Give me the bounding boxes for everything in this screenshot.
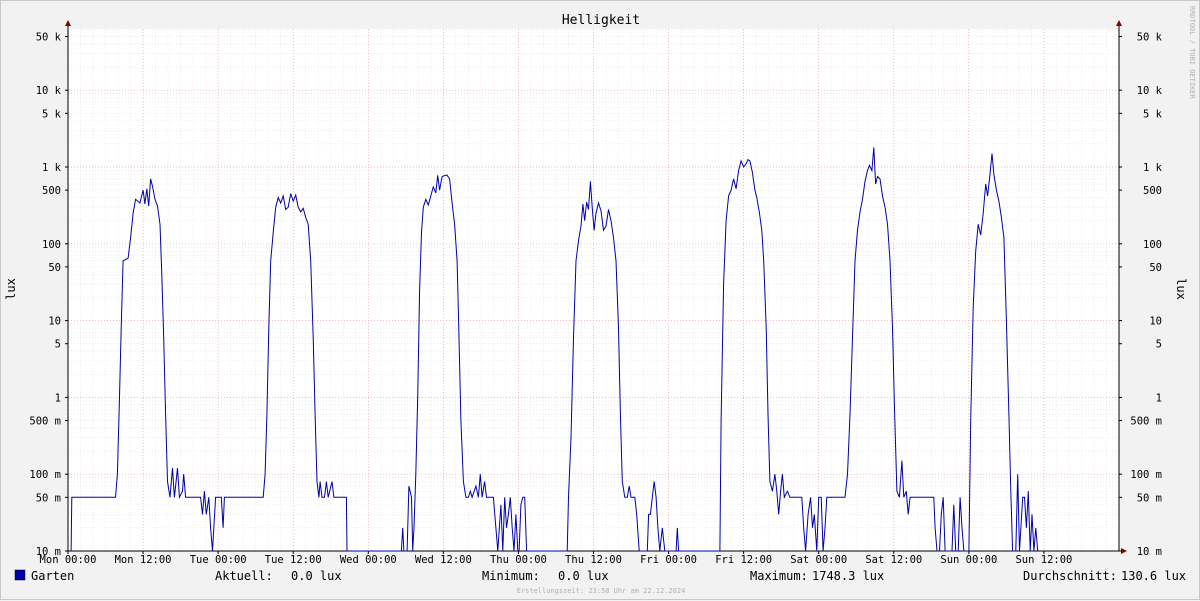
y-tick-label-right: 100 bbox=[1143, 239, 1162, 251]
chart-title: Helligkeit bbox=[562, 13, 640, 28]
brightness-chart: Helligkeit RRDTOOL / TOBI OETIKER 10 m50… bbox=[4, 6, 1196, 595]
y-tick-label-left: 5 bbox=[55, 339, 61, 351]
y-tick-label-left: 100 bbox=[42, 239, 61, 251]
y-tick-label-right: 500 m bbox=[1130, 416, 1162, 428]
y-tick-label-left: 50 k bbox=[36, 32, 62, 44]
x-tick-label: Fri 12:00 bbox=[715, 554, 772, 566]
y-ticks-left: 10 m50 m100 m500 m1510501005001 k5 k10 k… bbox=[29, 32, 68, 558]
legend-maximum-value: 1748.3 lux bbox=[812, 569, 884, 583]
legend-aktuell-label: Aktuell: bbox=[215, 569, 273, 583]
y-tick-label-right: 50 m bbox=[1137, 492, 1162, 504]
legend-aktuell-value: 0.0 lux bbox=[291, 569, 342, 583]
legend-durchschnitt-label: Durchschnitt: bbox=[1023, 569, 1117, 583]
y-tick-label-right: 5 bbox=[1156, 339, 1162, 351]
y-tick-label-right: 10 bbox=[1149, 316, 1162, 328]
y-axis-right-arrow bbox=[1116, 20, 1122, 26]
y-tick-label-left: 500 bbox=[42, 185, 61, 197]
y-tick-label-left: 10 bbox=[48, 316, 61, 328]
y-tick-label-right: 500 bbox=[1143, 185, 1162, 197]
y-tick-label-right: 1 k bbox=[1143, 162, 1163, 174]
x-tick-label: Wed 12:00 bbox=[415, 554, 472, 566]
x-tick-label: Tue 00:00 bbox=[190, 554, 247, 566]
y-tick-label-right: 10 m bbox=[1137, 546, 1162, 558]
x-tick-label: Sat 12:00 bbox=[865, 554, 922, 566]
legend-minimum-value: 0.0 lux bbox=[558, 569, 609, 583]
y-tick-label-left: 100 m bbox=[29, 469, 61, 481]
x-tick-label: Thu 12:00 bbox=[565, 554, 622, 566]
y-tick-label-right: 50 bbox=[1149, 262, 1162, 274]
y-tick-label-right: 1 bbox=[1156, 392, 1162, 404]
x-tick-label: Sat 00:00 bbox=[790, 554, 847, 566]
chart-window: Helligkeit RRDTOOL / TOBI OETIKER 10 m 50… bbox=[0, 0, 1200, 600]
x-tick-label: Mon 12:00 bbox=[115, 554, 172, 566]
legend-durchschnitt-value: 130.6 lux bbox=[1121, 569, 1186, 583]
legend-series-name: Garten bbox=[31, 569, 74, 583]
legend-swatch-garten bbox=[14, 569, 26, 581]
y-tick-label-left: 50 bbox=[48, 262, 61, 274]
y-axis-left-arrow bbox=[65, 20, 71, 26]
y-axis-label-right: lux bbox=[1174, 278, 1188, 300]
legend-minimum-label: Minimum: bbox=[482, 569, 540, 583]
y-tick-label-left: 1 bbox=[55, 392, 61, 404]
y-tick-label-left: 1 k bbox=[42, 162, 62, 174]
y-tick-label-right: 5 k bbox=[1143, 108, 1163, 120]
y-tick-label-right: 100 m bbox=[1130, 469, 1162, 481]
x-tick-label: Tue 12:00 bbox=[265, 554, 322, 566]
y-tick-label-right: 10 k bbox=[1137, 85, 1163, 97]
legend-maximum-label: Maximum: bbox=[750, 569, 808, 583]
x-tick-label: Wed 00:00 bbox=[340, 554, 397, 566]
x-tick-label: Sun 00:00 bbox=[940, 554, 997, 566]
x-tick-label: Fri 00:00 bbox=[640, 554, 697, 566]
y-tick-label-right: 50 k bbox=[1137, 32, 1163, 44]
y-tick-label-left: 10 k bbox=[36, 85, 62, 97]
footer-timestamp: Erstellungszeit: 23:58 Uhr am 22.12.2024 bbox=[517, 587, 686, 595]
watermark-text: RRDTOOL / TOBI OETIKER bbox=[1188, 6, 1196, 100]
x-tick-label: Sun 12:00 bbox=[1015, 554, 1072, 566]
x-tick-label: Mon 00:00 bbox=[40, 554, 97, 566]
y-axis-label-left: lux bbox=[4, 278, 18, 300]
y-tick-label-left: 500 m bbox=[29, 416, 61, 428]
y-tick-label-left: 50 m bbox=[36, 492, 61, 504]
x-ticks: Mon 00:00 Mon 12:00 Tue 00:00 Tue 12:00 Wed … bbox=[40, 551, 1072, 566]
y-ticks-right: 10 m 50 m 100 m 500 m 1 5 10 50 100 500 1 k 5 k 10 k… bbox=[1119, 32, 1163, 558]
y-tick-label-left: 5 k bbox=[42, 108, 62, 120]
x-tick-label: Thu 00:00 bbox=[490, 554, 547, 566]
